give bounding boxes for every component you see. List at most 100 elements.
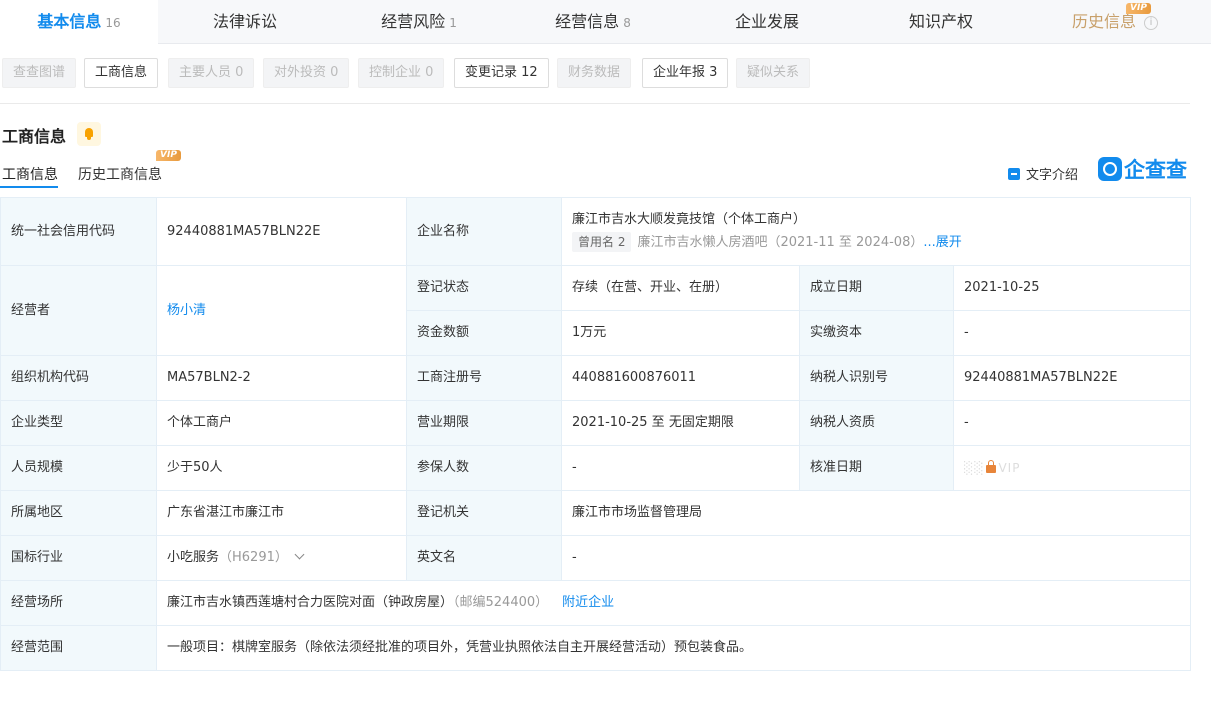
sub-btn-business-info[interactable]: 工商信息 <box>84 58 159 88</box>
value-term: 2021-10-25 至 无固定期限 <box>561 400 800 446</box>
tab-operating-risk[interactable]: 经营风险 1 <box>332 0 506 44</box>
nearby-companies-link[interactable]: 附近企业 <box>562 595 614 610</box>
label-staff: 人员规模 <box>0 445 157 491</box>
sub-btn-financial[interactable]: 财务数据 <box>557 58 632 88</box>
label-type: 企业类型 <box>0 400 157 446</box>
qcc-logo-icon <box>1098 157 1122 181</box>
sub-btn-annual-report[interactable]: 企业年报 3 <box>642 58 729 88</box>
label-approve-date: 核准日期 <box>799 445 954 491</box>
sub-btn-key-personnel[interactable]: 主要人员 0 <box>168 58 255 88</box>
sub-btn-graph[interactable]: 查查图谱 <box>2 58 77 88</box>
value-industry-cell[interactable]: 小吃服务（H6291） <box>156 535 407 581</box>
brand-name: 企查查 <box>1124 158 1187 182</box>
tab-label: 历史信息 <box>1071 12 1136 31</box>
label-operator: 经营者 <box>0 265 157 356</box>
value-type: 个体工商户 <box>156 400 407 446</box>
value-english: - <box>561 535 1191 581</box>
tab-label: 法律诉讼 <box>212 12 277 31</box>
former-name: 廉江市吉水懒人房酒吧（2021-11 至 2024-08） <box>637 235 924 250</box>
label-capital: 资金数额 <box>406 310 562 356</box>
approve-vip-label: VIP <box>998 460 1021 475</box>
tab-ip[interactable]: 知识产权 <box>854 0 1028 44</box>
label-tax-id: 纳税人识别号 <box>799 355 954 401</box>
brand-logo: 企查查 <box>1098 157 1187 183</box>
label-scope: 经营范围 <box>0 625 157 671</box>
value-est-date: 2021-10-25 <box>953 265 1191 311</box>
label-region: 所属地区 <box>0 490 157 536</box>
value-capital: 1万元 <box>561 310 800 356</box>
tab-label: 基本信息 <box>37 12 102 31</box>
value-operator-cell: 杨小清 <box>156 265 407 356</box>
bell-icon[interactable] <box>77 122 101 146</box>
top-tab-bar: 基本信息 16 法律诉讼 经营风险 1 经营信息 8 企业发展 知识产权 历史信息 i … <box>0 0 1211 45</box>
industry-code: （H6291） <box>219 550 288 565</box>
value-org-code: MA57BLN2-2 <box>156 355 407 401</box>
value-paid-capital: - <box>953 310 1191 356</box>
industry-name: 小吃服务 <box>167 550 220 565</box>
value-approve-date-cell[interactable]: ░░ VIP <box>953 445 1191 491</box>
label-term: 营业期限 <box>406 400 562 446</box>
tab-label: 企业发展 <box>734 12 799 31</box>
value-scope: 一般项目：棋牌室服务（除依法须经批准的项目外，凭营业执照依法自主开展经营活动）预… <box>156 625 1191 671</box>
tab-label: 经营风险 <box>381 12 446 31</box>
label-company-name: 企业名称 <box>406 197 562 266</box>
expand-link[interactable]: ...展开 <box>923 235 961 250</box>
tab-count: 16 <box>105 16 121 30</box>
info-icon[interactable]: i <box>1144 15 1158 30</box>
postcode: （邮编524400） <box>453 595 549 610</box>
tab-history-business-info[interactable]: 历史工商信息 <box>78 164 162 184</box>
vip-badge: VIP <box>1126 3 1151 14</box>
divider <box>0 103 1190 104</box>
value-address-cell: 廉江市吉水镇西莲塘村合力医院对面（钟政房屋）（邮编524400） 附近企业 <box>156 580 1191 626</box>
former-name-row: 曾用名 2 廉江市吉水懒人房酒吧（2021-11 至 2024-08）...展开 <box>572 232 1180 252</box>
lock-icon <box>986 459 997 473</box>
tab-history[interactable]: 历史信息 i <box>1040 0 1190 44</box>
operator-link[interactable]: 杨小清 <box>167 303 206 318</box>
label-authority: 登记机关 <box>406 490 562 536</box>
tab-label: 经营信息 <box>555 12 620 31</box>
value-insured: - <box>561 445 800 491</box>
label-industry: 国标行业 <box>0 535 157 581</box>
value-reg-status: 存续（在营、开业、在册） <box>561 265 800 311</box>
tab-count: 1 <box>449 16 457 30</box>
company-name: 廉江市吉水大顺发竟技馆（个体工商户） <box>572 212 807 227</box>
text-intro-button[interactable]: 文字介绍 <box>1008 164 1078 183</box>
value-company-name-cell: 廉江市吉水大顺发竟技馆（个体工商户） 曾用名 2 廉江市吉水懒人房酒吧（2021-… <box>561 197 1191 266</box>
label-reg-status: 登记状态 <box>406 265 562 311</box>
sub-btn-suspected[interactable]: 疑似关系 <box>736 58 811 88</box>
value-reg-no: 440881600876011 <box>561 355 800 401</box>
former-name-tag: 曾用名 2 <box>572 232 632 252</box>
sub-btn-controlled[interactable]: 控制企业 0 <box>358 58 445 88</box>
chevron-down-icon[interactable] <box>294 549 305 560</box>
tab-basic-info[interactable]: 基本信息 16 <box>0 0 158 45</box>
tab-development[interactable]: 企业发展 <box>680 0 854 44</box>
value-tax-id: 92440881MA57BLN22E <box>953 355 1191 401</box>
business-info-table: 统一社会信用代码 92440881MA57BLN22E 企业名称 廉江市吉水大顺… <box>0 197 1191 671</box>
blurred-value: ░░ <box>964 460 985 475</box>
tab-label: 知识产权 <box>908 12 973 31</box>
sub-btn-change-log[interactable]: 变更记录 12 <box>454 58 549 88</box>
vip-badge: VIP <box>156 150 181 161</box>
label-credit-code: 统一社会信用代码 <box>0 197 157 266</box>
value-staff: 少于50人 <box>156 445 407 491</box>
label-address: 经营场所 <box>0 580 157 626</box>
label-reg-no: 工商注册号 <box>406 355 562 401</box>
value-region: 广东省湛江市廉江市 <box>156 490 407 536</box>
text-intro-label: 文字介绍 <box>1026 168 1079 183</box>
active-tab-underline <box>0 186 58 188</box>
section-title: 工商信息 <box>2 127 67 146</box>
label-est-date: 成立日期 <box>799 265 954 311</box>
label-english: 英文名 <box>406 535 562 581</box>
value-authority: 廉江市市场监督管理局 <box>561 490 1191 536</box>
address: 廉江市吉水镇西莲塘村合力医院对面（钟政房屋） <box>167 595 454 610</box>
document-icon <box>1008 168 1020 180</box>
value-credit-code: 92440881MA57BLN22E <box>156 197 407 266</box>
tab-operating-info[interactable]: 经营信息 8 <box>506 0 680 44</box>
tab-legal[interactable]: 法律诉讼 <box>158 0 332 44</box>
label-org-code: 组织机构代码 <box>0 355 157 401</box>
tab-current-business-info[interactable]: 工商信息 <box>2 164 58 184</box>
label-insured: 参保人数 <box>406 445 562 491</box>
sub-btn-investment[interactable]: 对外投资 0 <box>263 58 350 88</box>
label-tax-qual: 纳税人资质 <box>799 400 954 446</box>
label-paid-capital: 实缴资本 <box>799 310 954 356</box>
